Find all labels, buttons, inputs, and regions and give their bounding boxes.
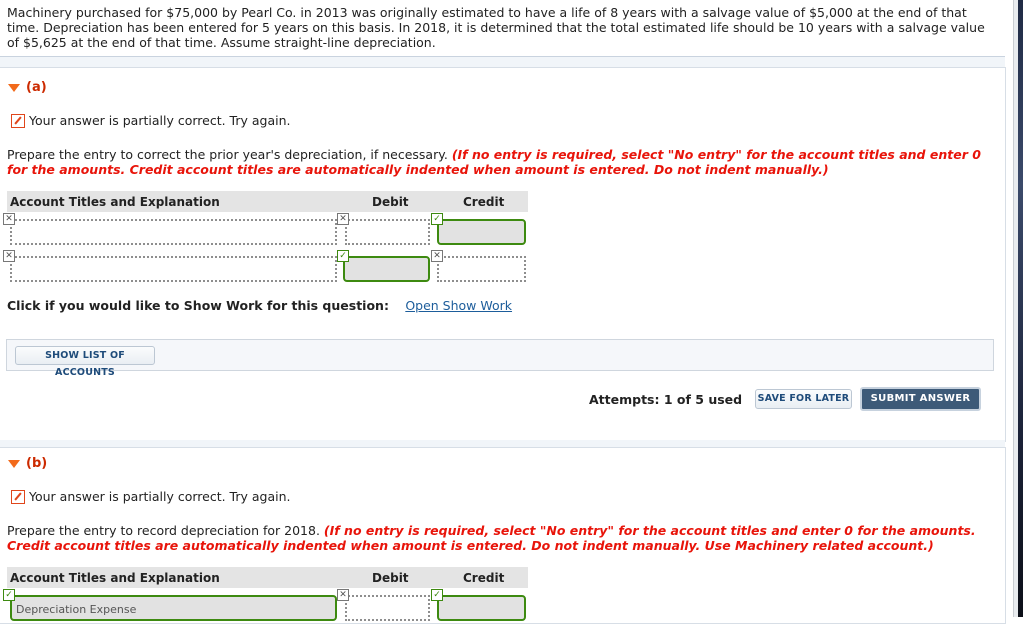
incorrect-x-icon: ✕ [3, 213, 15, 225]
show-work-prompt: Click if you would like to Show Work for… [7, 298, 389, 313]
part-a-section: (a) Your answer is partially correct. Tr… [0, 67, 1006, 442]
debit-input[interactable] [345, 595, 430, 621]
desktop-background [1018, 0, 1023, 617]
account-title-value: Depreciation Expense [16, 603, 137, 616]
part-b-label: (b) [26, 456, 48, 471]
incorrect-x-icon: ✕ [337, 589, 349, 601]
part-b-status: Your answer is partially correct. Try ag… [11, 489, 290, 504]
show-list-of-accounts-button[interactable]: SHOW LIST OF ACCOUNTS [15, 346, 155, 378]
header-credit: Credit [463, 195, 505, 209]
credit-input[interactable] [437, 595, 526, 621]
incorrect-x-icon: ✕ [431, 250, 443, 262]
debit-input[interactable] [343, 256, 430, 282]
journal-table-header: Account Titles and Explanation Debit Cre… [7, 191, 528, 212]
save-for-later-button[interactable]: SAVE FOR LATER [755, 389, 852, 409]
section-gap [0, 440, 1005, 447]
part-b-instruction: Prepare the entry to record depreciation… [7, 523, 1002, 553]
partially-correct-icon [11, 489, 25, 504]
debit-input[interactable] [345, 219, 430, 245]
page: Machinery purchased for $75,000 by Pearl… [0, 0, 1013, 624]
credit-input[interactable] [437, 219, 526, 245]
part-a-status: Your answer is partially correct. Try ag… [11, 113, 290, 128]
part-a-instruction: Prepare the entry to correct the prior y… [7, 147, 1002, 177]
part-b-status-text: Your answer is partially correct. Try ag… [29, 489, 291, 504]
header-credit: Credit [463, 571, 505, 585]
journal-table-header: Account Titles and Explanation Debit Cre… [7, 567, 528, 588]
account-title-input[interactable] [10, 256, 337, 282]
credit-input[interactable] [437, 256, 526, 282]
part-b-section: (b) Your answer is partially correct. Tr… [0, 447, 1006, 624]
correct-check-icon: ✓ [431, 589, 443, 601]
part-a-label: (a) [26, 80, 47, 95]
problem-statement: Machinery purchased for $75,000 by Pearl… [7, 5, 985, 50]
header-account: Account Titles and Explanation [10, 195, 220, 209]
header-account: Account Titles and Explanation [10, 571, 220, 585]
collapse-triangle-icon [8, 83, 20, 92]
instruction-text: Prepare the entry to record depreciation… [7, 523, 320, 538]
part-a-toggle[interactable]: (a) [8, 80, 47, 95]
collapse-triangle-icon [8, 459, 20, 468]
section-gap [0, 57, 1005, 67]
attempts-counter: Attempts: 1 of 5 used [589, 392, 743, 407]
partially-correct-icon [11, 113, 25, 128]
header-debit: Debit [372, 195, 409, 209]
correct-check-icon: ✓ [337, 250, 349, 262]
incorrect-x-icon: ✕ [3, 250, 15, 262]
part-a-status-text: Your answer is partially correct. Try ag… [29, 113, 291, 128]
account-title-input[interactable]: Depreciation Expense [10, 595, 337, 621]
correct-check-icon: ✓ [3, 589, 15, 601]
correct-check-icon: ✓ [431, 213, 443, 225]
instruction-text: Prepare the entry to correct the prior y… [7, 147, 448, 162]
open-show-work-link[interactable]: Open Show Work [405, 298, 512, 313]
account-title-input[interactable] [10, 219, 337, 245]
show-work-row: Click if you would like to Show Work for… [7, 298, 512, 313]
header-debit: Debit [372, 571, 409, 585]
accounts-bar: SHOW LIST OF ACCOUNTS [6, 339, 994, 378]
part-b-toggle[interactable]: (b) [8, 456, 47, 471]
submit-answer-button[interactable]: SUBMIT ANSWER [860, 387, 981, 411]
incorrect-x-icon: ✕ [337, 213, 349, 225]
